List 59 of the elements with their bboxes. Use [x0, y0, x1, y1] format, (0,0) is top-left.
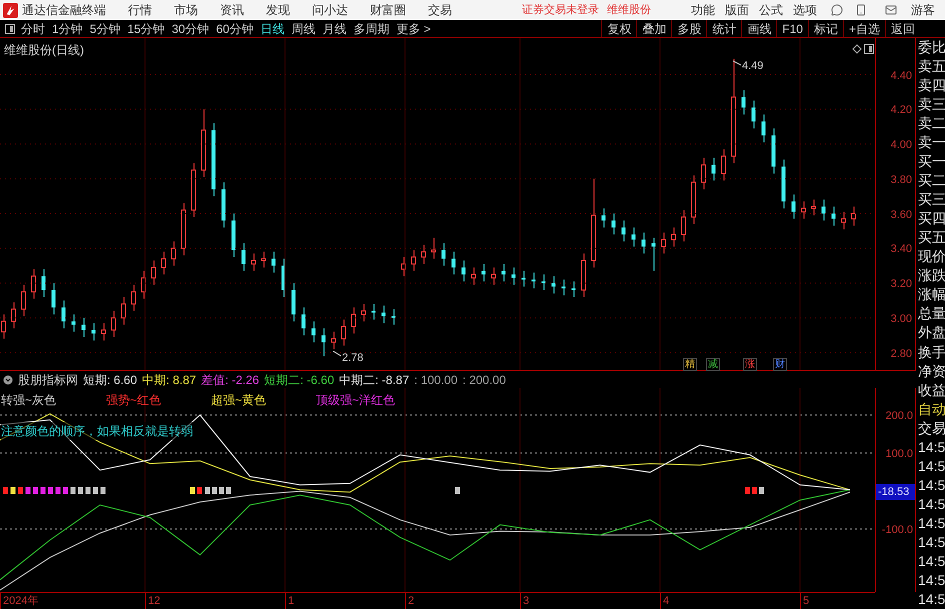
price-axis-label: 3.60 — [890, 208, 912, 223]
quote-label: 买一 — [917, 152, 945, 172]
indicator-value: 差值: -2.26 — [201, 372, 260, 388]
quote-label: 净资 — [917, 362, 945, 381]
status-text: 证券交易未登录 — [522, 2, 599, 18]
trade-time: 14:5 — [917, 590, 945, 609]
chart-title: 维维股份(日线) — [4, 42, 84, 59]
date-axis-label: 12 — [145, 593, 160, 609]
trade-time: 14:5 — [917, 438, 945, 457]
price-axis-label: 2.80 — [890, 346, 912, 362]
trade-time: 14:5 — [917, 514, 945, 533]
price-axis-label: 3.00 — [890, 312, 912, 327]
indicator-note: 注意颜色的顺序，如果相反就是转弱 — [1, 422, 193, 440]
indicator-axis-label: 100.0 — [885, 446, 914, 462]
date-axis-label: 3 — [520, 593, 530, 609]
date-axis-label: 4 — [660, 593, 670, 609]
trade-time: 14:5 — [917, 552, 945, 571]
trade-time: 14:5 — [917, 532, 945, 552]
quote-label: 卖三 — [917, 95, 945, 114]
date-axis-label: 5 — [800, 593, 810, 609]
date-axis-label: 2 — [405, 593, 414, 609]
price-axis-label: 3.40 — [890, 242, 912, 258]
indicator-axis-label: 200.0 — [885, 408, 914, 424]
indicator-name: 股朋指标网 — [18, 372, 78, 388]
current-value-label: -18.53 — [876, 484, 915, 500]
price-axis-label: 4.00 — [890, 138, 912, 154]
price-axis-label: 3.80 — [890, 172, 912, 188]
indicator-value: 中期: 8.87 — [142, 372, 196, 388]
price-axis-label: 4.20 — [890, 103, 912, 118]
quote-label: 买四 — [917, 209, 945, 228]
quote-label: 交易 — [917, 418, 945, 438]
high-price-label: 4.49 — [742, 59, 764, 74]
indicator-value: 短期: 6.60 — [83, 372, 138, 388]
indicator-axis-label: -100.0 — [882, 522, 914, 538]
low-price-label: 2.78 — [342, 351, 364, 366]
trade-time: 14:5 — [917, 570, 945, 590]
indicator-value: 中期二: -8.87 — [339, 372, 410, 388]
legend-text: 转强~灰色 — [1, 392, 58, 409]
app-title: 通达信金融终端 — [22, 2, 106, 19]
quote-label: 卖二 — [917, 114, 945, 134]
date-axis-label: 1 — [285, 593, 294, 609]
price-axis-label: 3.20 — [890, 277, 912, 292]
quote-label: 卖四 — [917, 76, 945, 96]
quote-label: 买二 — [917, 171, 945, 190]
date-axis-label: 2024年 — [0, 593, 38, 609]
quote-label: 涨幅 — [917, 285, 945, 304]
quote-label: 卖一 — [917, 133, 945, 152]
quote-label: 委比 — [917, 38, 945, 57]
indicator-value: 短期二: -6.60 — [264, 372, 334, 388]
price-axis-label: 4.40 — [890, 68, 912, 84]
legend-text: 顶级强~洋红色 — [316, 392, 396, 409]
trade-time: 14:5 — [917, 476, 945, 495]
indicator-value: : 100.00 — [414, 372, 458, 388]
quote-label: 买三 — [917, 190, 945, 210]
legend-text: 超强~黄色 — [211, 392, 268, 409]
trade-time: 14:5 — [917, 494, 945, 514]
indicator-value: : 200.00 — [462, 372, 506, 388]
trade-time: 14:5 — [917, 456, 945, 476]
legend-text: 强势~红色 — [106, 392, 162, 409]
